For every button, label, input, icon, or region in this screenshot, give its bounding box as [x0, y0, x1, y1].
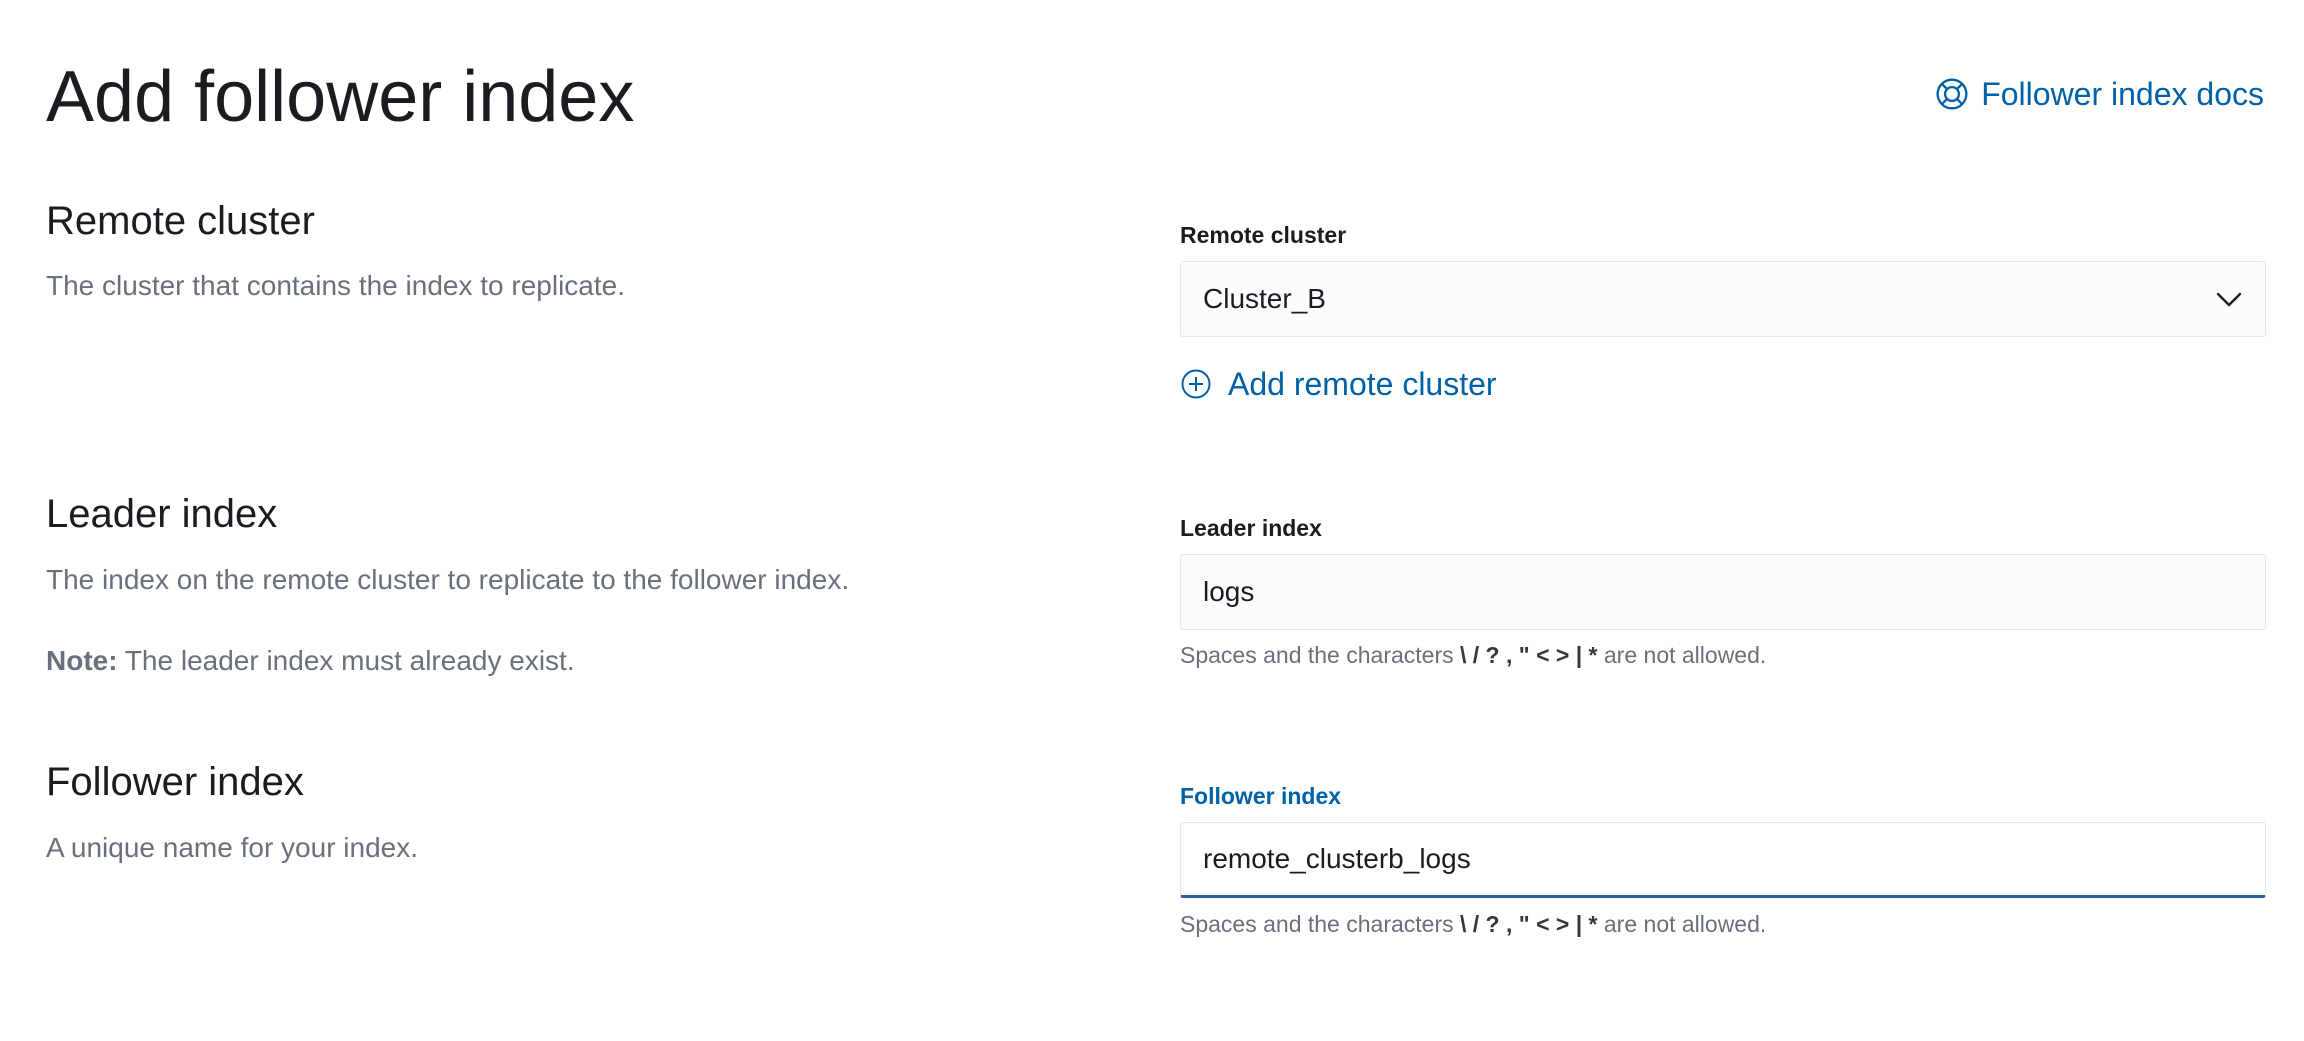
- leader-index-help-text: Spaces and the characters \ / ? , " < > …: [1180, 640, 1766, 670]
- note-label: Note:: [46, 645, 118, 676]
- leader-help-suffix: are not allowed.: [1597, 642, 1767, 668]
- chevron-down-icon[interactable]: [2215, 285, 2243, 313]
- follower-index-help-text: Spaces and the characters \ / ? , " < > …: [1180, 909, 1766, 939]
- add-remote-cluster-label: Add remote cluster: [1228, 366, 1497, 402]
- leader-index-label: Leader index: [1180, 515, 1322, 541]
- leader-index-description: The index on the remote cluster to repli…: [46, 564, 850, 595]
- follower-help-chars: \ / ? , " < > | *: [1460, 911, 1598, 937]
- leader-index-field-container: [1180, 554, 2266, 630]
- remote-cluster-description: The cluster that contains the index to r…: [46, 270, 625, 301]
- remote-cluster-select[interactable]: Cluster_B: [1180, 261, 2266, 337]
- leader-help-chars: \ / ? , " < > | *: [1460, 642, 1598, 668]
- remote-cluster-label: Remote cluster: [1180, 222, 1347, 248]
- remote-cluster-selected-value: Cluster_B: [1203, 283, 1326, 314]
- follower-index-description: A unique name for your index.: [46, 832, 419, 863]
- leader-index-input[interactable]: [1203, 576, 2243, 608]
- follower-index-section-title: Follower index: [46, 760, 304, 804]
- note-text: The leader index must already exist.: [117, 645, 575, 676]
- follower-index-docs-link[interactable]: Follower index docs: [1935, 74, 2264, 114]
- plus-in-circle-icon: [1181, 369, 1211, 399]
- leader-index-section-title: Leader index: [46, 492, 278, 536]
- leader-index-note: Note: The leader index must already exis…: [46, 643, 575, 679]
- add-follower-index-page: Add follower index Follower index docs R…: [0, 0, 2304, 1041]
- follower-help-prefix: Spaces and the characters: [1180, 911, 1460, 937]
- page-title: Add follower index: [46, 57, 635, 137]
- follower-index-label: Follower index: [1180, 783, 1342, 809]
- follower-index-input[interactable]: [1203, 843, 2243, 875]
- follower-help-suffix: are not allowed.: [1597, 911, 1767, 937]
- add-remote-cluster-button[interactable]: Add remote cluster: [1180, 364, 1497, 404]
- help-lifebuoy-icon: [1936, 78, 1968, 110]
- remote-cluster-section-title: Remote cluster: [46, 199, 315, 243]
- docs-link-label: Follower index docs: [1981, 76, 2264, 112]
- leader-help-prefix: Spaces and the characters: [1180, 642, 1460, 668]
- follower-index-field-container: [1180, 822, 2266, 898]
